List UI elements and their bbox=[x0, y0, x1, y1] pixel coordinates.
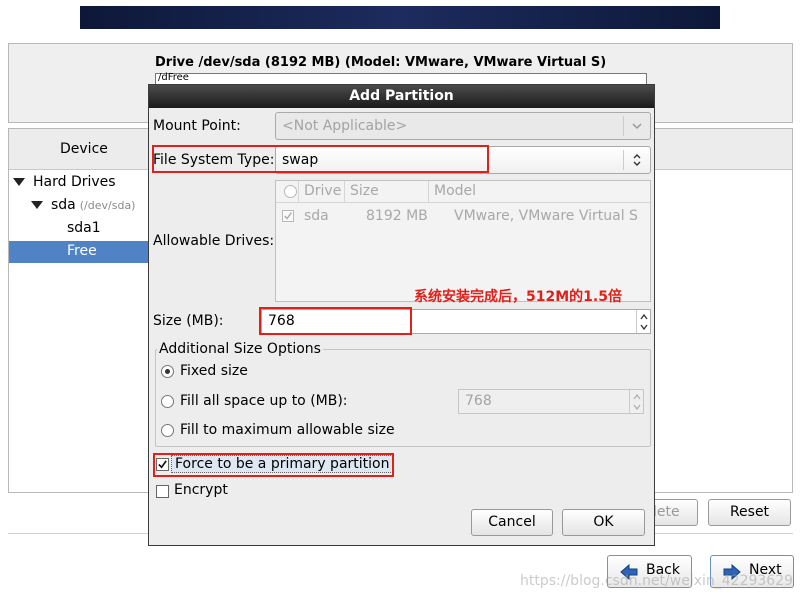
tree-sda-path: (/dev/sda) bbox=[79, 199, 136, 212]
tree-item-sda1[interactable]: sda1 bbox=[67, 217, 101, 239]
tree-label-free: Free bbox=[67, 243, 97, 259]
drive-title: Drive /dev/sda (8192 MB) (Model: VMware,… bbox=[155, 55, 607, 70]
size-spinbox[interactable]: 768 bbox=[261, 309, 651, 334]
watermark: https://blog.csdn.net/weixin_42293629 bbox=[520, 573, 794, 589]
size-value: 768 bbox=[268, 313, 295, 329]
drive-bar-label: /dFree bbox=[158, 72, 189, 83]
expand-arrow-icon[interactable] bbox=[13, 178, 25, 186]
fs-type-combo[interactable]: swap bbox=[275, 146, 651, 174]
ok-button[interactable]: OK bbox=[562, 509, 645, 536]
header-banner bbox=[80, 6, 720, 29]
fill-spin-buttons[interactable] bbox=[629, 390, 643, 413]
fill-up-to-label[interactable]: Fill all space up to (MB): bbox=[180, 393, 348, 409]
allowable-drives-label: Allowable Drives: bbox=[153, 233, 275, 249]
tree-label-sda: sda bbox=[51, 197, 76, 213]
expand-arrow-icon[interactable] bbox=[31, 201, 43, 209]
dialog-title: Add Partition bbox=[149, 85, 654, 108]
chevron-down-icon[interactable] bbox=[639, 323, 649, 331]
fill-max-label[interactable]: Fill to maximum allowable size bbox=[180, 422, 395, 438]
select-all-radio[interactable] bbox=[284, 185, 297, 198]
tree-item-hard-drives[interactable]: Hard Drives bbox=[13, 171, 116, 193]
size-options-legend: Additional Size Options bbox=[157, 341, 323, 357]
fs-type-value: swap bbox=[282, 152, 319, 168]
drive-name: sda bbox=[304, 208, 329, 224]
delete-button-label: lete bbox=[653, 504, 680, 520]
combo-separator bbox=[623, 150, 624, 170]
mount-point-value: <Not Applicable> bbox=[282, 118, 408, 134]
fixed-size-radio[interactable] bbox=[161, 365, 174, 378]
encrypt-checkbox[interactable] bbox=[156, 485, 169, 498]
chevron-down-icon[interactable] bbox=[632, 403, 642, 411]
fill-up-to-spinbox[interactable]: 768 bbox=[458, 389, 644, 414]
mount-point-combo[interactable]: <Not Applicable> bbox=[275, 112, 651, 140]
drive-model: VMware, VMware Virtual S bbox=[454, 208, 638, 224]
drive-checkbox[interactable] bbox=[282, 210, 294, 222]
fs-type-label: File System Type: bbox=[153, 152, 275, 168]
primary-partition-checkbox[interactable] bbox=[156, 458, 169, 471]
allowable-drives-list[interactable]: Drive Size Model sda 8192 MB VMware, VMw… bbox=[275, 180, 651, 302]
encrypt-label[interactable]: Encrypt bbox=[174, 482, 228, 498]
size-label: Size (MB): bbox=[153, 313, 224, 329]
annotation-text: 系统安装完成后，512M的1.5倍 bbox=[414, 289, 622, 305]
tree-item-free[interactable]: Free bbox=[9, 241, 150, 263]
drives-list-row[interactable]: sda 8192 MB VMware, VMware Virtual S bbox=[276, 205, 650, 227]
fixed-size-label[interactable]: Fixed size bbox=[180, 363, 248, 379]
tree-item-sda[interactable]: sda (/dev/sda) bbox=[31, 194, 135, 216]
column-divider bbox=[428, 181, 429, 203]
primary-partition-label[interactable]: Force to be a primary partition bbox=[171, 455, 394, 473]
device-header-label: Device bbox=[60, 141, 108, 157]
device-column-header[interactable]: Device bbox=[9, 129, 157, 170]
drives-col-model[interactable]: Model bbox=[434, 183, 476, 199]
combo-separator bbox=[623, 116, 624, 136]
mount-point-label: Mount Point: bbox=[153, 118, 241, 134]
column-divider bbox=[344, 181, 345, 203]
tree-label-hard-drives: Hard Drives bbox=[33, 174, 116, 190]
tree-label-sda1: sda1 bbox=[67, 220, 101, 236]
fill-up-to-radio[interactable] bbox=[161, 395, 174, 408]
drives-col-drive[interactable]: Drive bbox=[304, 183, 341, 199]
updown-arrow-icon bbox=[633, 154, 641, 166]
drive-size: 8192 MB bbox=[366, 208, 428, 224]
chevron-up-icon[interactable] bbox=[639, 313, 649, 321]
drives-list-header: Drive Size Model bbox=[276, 181, 650, 203]
checkmark-icon bbox=[158, 460, 167, 469]
drives-col-size[interactable]: Size bbox=[350, 183, 379, 199]
column-divider bbox=[298, 181, 299, 203]
fill-max-radio[interactable] bbox=[161, 424, 174, 437]
add-partition-dialog: Add Partition Mount Point: <Not Applicab… bbox=[148, 84, 655, 546]
checkmark-icon bbox=[284, 212, 292, 220]
reset-button[interactable]: Reset bbox=[708, 499, 791, 526]
chevron-up-icon[interactable] bbox=[632, 393, 642, 401]
size-spin-buttons[interactable] bbox=[636, 310, 650, 333]
chevron-down-icon bbox=[632, 123, 642, 130]
cancel-button[interactable]: Cancel bbox=[471, 509, 553, 536]
fill-up-to-value: 768 bbox=[465, 393, 492, 409]
